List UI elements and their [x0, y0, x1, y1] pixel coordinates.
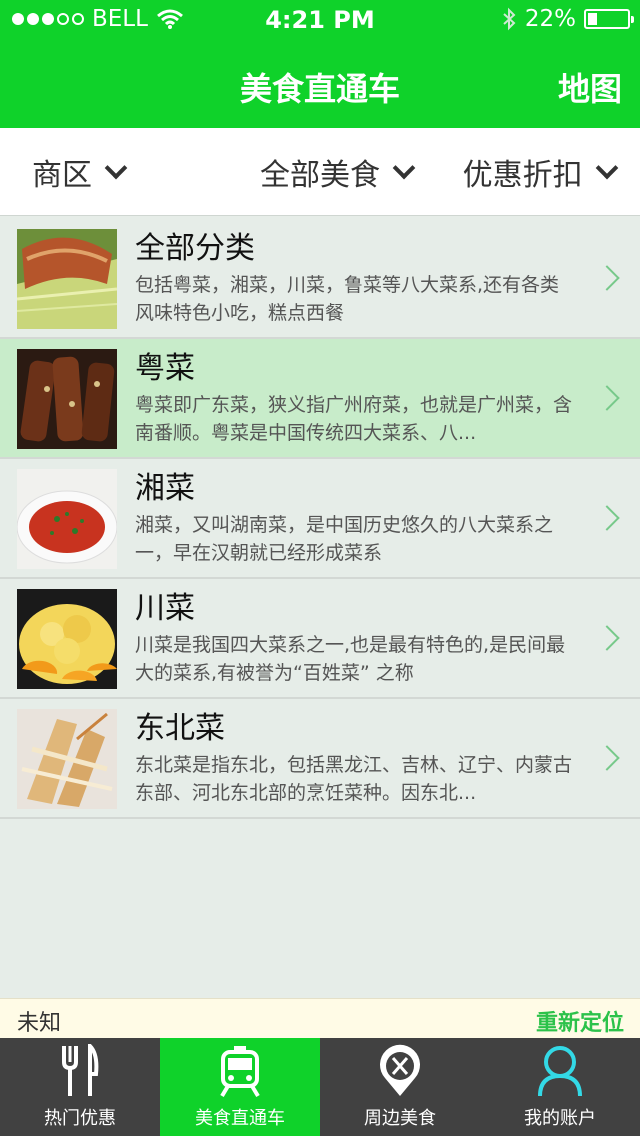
category-item-cantonese[interactable]: 粤菜 粤菜即广东菜，狭义指广州府菜，也就是广州菜，含南番顺。粤菜是中国传统四大菜…	[0, 339, 640, 459]
category-title: 东北菜	[135, 711, 225, 746]
bluetooth-icon	[503, 7, 516, 31]
category-title: 粤菜	[135, 351, 195, 386]
category-item-hunan[interactable]: 湘菜 湘菜，又叫湖南菜，是中国历史悠久的八大菜系之一，早在汉朝就已经形成菜系	[0, 459, 640, 579]
tab-label: 热门优惠	[44, 1108, 116, 1129]
status-bar: BELL 4:21 PM 22%	[0, 0, 640, 40]
chevron-right-icon	[594, 505, 620, 531]
tab-hot-deals[interactable]: 热门优惠	[0, 1038, 160, 1136]
category-description: 东北菜是指东北，包括黑龙江、吉林、辽宁、内蒙古东部、河北东北部的烹饪菜种。因东北…	[135, 754, 573, 804]
user-icon	[538, 1046, 582, 1097]
food-photo	[17, 229, 117, 329]
category-title: 全部分类	[135, 231, 255, 266]
location-food-icon	[380, 1044, 420, 1096]
category-description: 粤菜即广东菜，狭义指广州府菜，也就是广州菜，含南番顺。粤菜是中国传统四大菜系、八…	[135, 394, 573, 444]
filter-discount[interactable]: 优惠折扣	[437, 128, 640, 215]
fork-knife-icon	[62, 1044, 99, 1096]
category-item-all[interactable]: 全部分类 包括粤菜，湘菜，川菜，鲁菜等八大菜系,还有各类风味特色小吃，糕点西餐	[0, 219, 640, 339]
tab-label: 周边美食	[364, 1108, 436, 1129]
category-item-sichuan[interactable]: 川菜 川菜是我国四大菜系之一,也是最有特色的,是民间最大的菜系,有被誉为“百姓菜…	[0, 579, 640, 699]
battery-icon	[584, 9, 634, 29]
chevron-down-icon	[104, 156, 128, 179]
filter-district[interactable]: 商区	[0, 128, 235, 215]
category-description: 包括粤菜，湘菜，川菜，鲁菜等八大菜系,还有各类风味特色小吃，糕点西餐	[135, 274, 560, 324]
app-header: BELL 4:21 PM 22% 美食直通车 地图	[0, 0, 640, 128]
chevron-down-icon	[595, 156, 618, 179]
filter-cuisine[interactable]: 全部美食	[235, 128, 438, 215]
tab-label: 我的账户	[524, 1108, 596, 1129]
food-photo	[17, 589, 117, 689]
tab-label: 美食直通车	[195, 1108, 285, 1129]
chevron-right-icon	[594, 625, 620, 651]
location-bar: 未知 重新定位	[0, 998, 640, 1038]
category-description: 湘菜，又叫湖南菜，是中国历史悠久的八大菜系之一，早在汉朝就已经形成菜系	[135, 514, 554, 564]
tab-my-account[interactable]: 我的账户	[480, 1038, 640, 1136]
filter-cuisine-label: 全部美食	[260, 157, 380, 193]
chevron-right-icon	[594, 745, 620, 771]
filter-bar: 商区 全部美食 优惠折扣	[0, 128, 640, 216]
chevron-down-icon	[392, 156, 416, 179]
food-photo	[17, 349, 117, 449]
tab-food-express[interactable]: 美食直通车	[160, 1038, 320, 1136]
train-icon	[220, 1046, 260, 1098]
battery-percent: 22%	[524, 6, 576, 32]
page-title: 美食直通车	[239, 70, 400, 108]
category-title: 湘菜	[135, 471, 195, 506]
category-item-northeast[interactable]: 东北菜 东北菜是指东北，包括黑龙江、吉林、辽宁、内蒙古东部、河北东北部的烹饪菜种…	[0, 699, 640, 819]
filter-district-label: 商区	[32, 157, 92, 193]
chevron-right-icon	[594, 265, 620, 291]
tab-nearby-food[interactable]: 周边美食	[320, 1038, 480, 1136]
food-photo	[17, 709, 117, 809]
chevron-right-icon	[594, 385, 620, 411]
tab-bar: 热门优惠 美食直通车 周边美食 我的账户	[0, 1038, 640, 1136]
status-right: 22%	[501, 6, 634, 32]
category-description: 川菜是我国四大菜系之一,也是最有特色的,是民间最大的菜系,有被誉为“百姓菜” 之…	[135, 634, 566, 684]
category-title: 川菜	[135, 591, 195, 626]
relocate-button[interactable]: 重新定位	[536, 1005, 624, 1037]
category-list: 全部分类 包括粤菜，湘菜，川菜，鲁菜等八大菜系,还有各类风味特色小吃，糕点西餐 …	[0, 219, 640, 819]
map-button[interactable]: 地图	[558, 64, 622, 110]
filter-discount-label: 优惠折扣	[462, 157, 583, 193]
current-location: 未知	[17, 1011, 62, 1036]
food-photo	[17, 469, 117, 569]
